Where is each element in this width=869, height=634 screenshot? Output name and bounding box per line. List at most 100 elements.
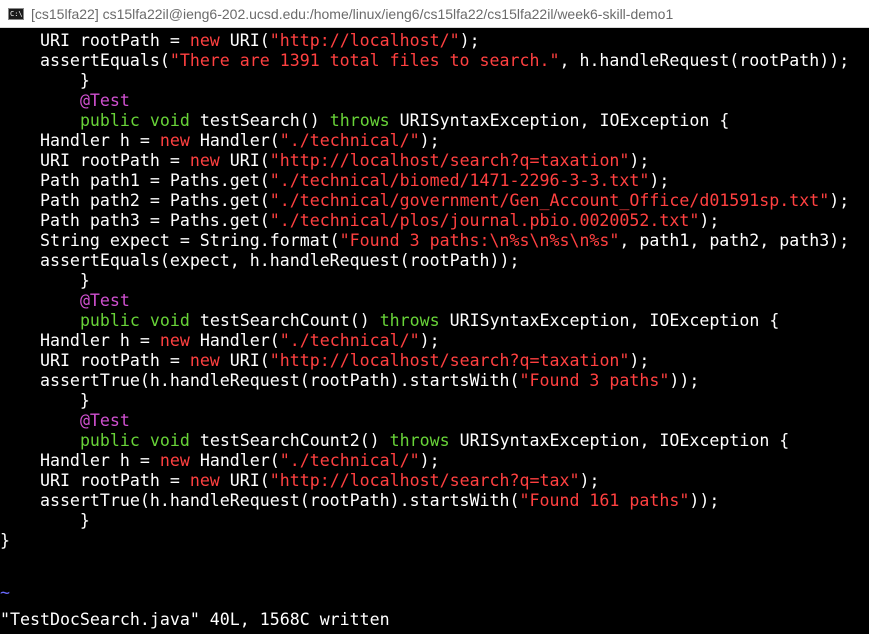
code-token: testSearch() (189, 111, 330, 130)
code-line: } (0, 511, 90, 531)
code-token-new: new (159, 131, 190, 150)
code-token-kw: void (149, 431, 190, 450)
terminal-editor[interactable]: URI rootPath = new URI("http://localhost… (0, 31, 869, 634)
code-line: Path path1 = Paths.get("./technical/biom… (0, 171, 669, 191)
code-token: URI rootPath = (0, 151, 190, 170)
code-token: assertTrue(h.handleRequest(rootPath).sta… (0, 491, 520, 510)
code-token-str: "./technical/plos/journal.pbio.0020052.t… (269, 211, 700, 230)
code-line: URI rootPath = new URI("http://localhost… (0, 151, 649, 171)
code-token: } (0, 271, 90, 290)
code-line: public void testSearchCount2() throws UR… (0, 431, 789, 451)
code-token-kw: throws (389, 431, 450, 450)
code-line: Handler h = new Handler("./technical/"); (0, 331, 440, 351)
code-line: URI rootPath = new URI("http://localhost… (0, 31, 480, 51)
code-token: Path path1 = Paths.get( (0, 171, 270, 190)
code-token: )); (689, 491, 720, 510)
code-line: Path path2 = Paths.get("./technical/gove… (0, 191, 849, 211)
code-line: URI rootPath = new URI("http://localhost… (0, 471, 600, 491)
code-token: } (0, 511, 90, 530)
code-token-new: new (159, 451, 190, 470)
code-token: } (0, 391, 90, 410)
code-token-kw: throws (379, 311, 440, 330)
code-token: Handler h = (0, 131, 160, 150)
code-token-str: "./technical/" (279, 131, 420, 150)
code-token: URI rootPath = (0, 351, 190, 370)
code-line: assertTrue(h.handleRequest(rootPath).sta… (0, 371, 699, 391)
code-token-new: new (189, 31, 220, 50)
code-token-str: "http://localhost/search?q=tax" (269, 471, 580, 490)
code-token: URI( (219, 471, 270, 490)
code-token: ); (629, 351, 650, 370)
code-token-str: "http://localhost/" (269, 31, 460, 50)
window-titlebar[interactable]: C:\ [cs15lfa22] cs15lfa22il@ieng6-202.uc… (0, 0, 869, 28)
code-token: String expect = String.format( (0, 231, 340, 250)
code-token-new: new (189, 471, 220, 490)
code-line: public void testSearchCount() throws URI… (0, 311, 779, 331)
code-token-str: "There are 1391 total files to search." (169, 51, 560, 70)
code-token: URISyntaxException, IOException { (449, 431, 790, 450)
code-line: URI rootPath = new URI("http://localhost… (0, 351, 649, 371)
code-token: URISyntaxException, IOException { (389, 111, 730, 130)
code-token: ); (419, 131, 440, 150)
code-token: , path1, path2, path3); (619, 231, 850, 250)
code-token-str: "Found 3 paths" (519, 371, 670, 390)
code-token: assertTrue(h.handleRequest(rootPath).sta… (0, 371, 520, 390)
code-token: ); (419, 451, 440, 470)
code-token: Handler h = (0, 331, 160, 350)
code-token: } (0, 531, 10, 550)
code-line: } (0, 271, 90, 291)
code-token: assertEquals(expect, h.handleRequest(roo… (0, 251, 520, 270)
code-token: URI rootPath = (0, 471, 190, 490)
code-token: URISyntaxException, IOException { (439, 311, 780, 330)
code-token: ); (829, 191, 850, 210)
code-line: } (0, 71, 90, 91)
code-token-ann: @Test (79, 411, 130, 430)
code-token-kw: void (149, 311, 190, 330)
code-token: URI rootPath = (0, 31, 190, 50)
code-token-str: "./technical/" (279, 451, 420, 470)
code-token-new: new (189, 351, 220, 370)
cmd-window-icon[interactable]: C:\ (8, 7, 24, 20)
code-token: ); (649, 171, 670, 190)
status-message: "TestDocSearch.java" 40L, 1568C written (0, 610, 390, 629)
code-token: } (0, 71, 90, 90)
code-token: testSearchCount2() (189, 431, 390, 450)
code-line: assertEquals("There are 1391 total files… (0, 51, 849, 71)
code-token-str: "Found 161 paths" (519, 491, 690, 510)
code-token: , h.handleRequest(rootPath)); (559, 51, 850, 70)
code-token: ); (699, 211, 720, 230)
code-line: String expect = String.format("Found 3 p… (0, 231, 849, 251)
code-line: Handler h = new Handler("./technical/"); (0, 131, 440, 151)
code-token: URI( (219, 31, 270, 50)
code-line: @Test (0, 91, 130, 111)
code-token: ); (419, 331, 440, 350)
code-line: @Test (0, 411, 130, 431)
code-token: Handler( (189, 331, 280, 350)
code-token: testSearchCount() (189, 311, 380, 330)
code-token-new: new (189, 151, 220, 170)
code-token-str: "./technical/government/Gen_Account_Offi… (269, 191, 830, 210)
code-token: Handler( (189, 451, 280, 470)
code-token: ); (629, 151, 650, 170)
code-token: Handler h = (0, 451, 160, 470)
code-token-str: "http://localhost/search?q=taxation" (269, 151, 630, 170)
code-line: Path path3 = Paths.get("./technical/plos… (0, 211, 719, 231)
code-token-str: "http://localhost/search?q=taxation" (269, 351, 630, 370)
code-token: ); (579, 471, 600, 490)
code-token: Handler( (189, 131, 280, 150)
code-line: } (0, 391, 90, 411)
code-line: public void testSearch() throws URISynta… (0, 111, 729, 131)
code-token-kw: void (149, 111, 190, 130)
code-token: )); (669, 371, 700, 390)
code-token: URI( (219, 351, 270, 370)
code-line: assertTrue(h.handleRequest(rootPath).sta… (0, 491, 719, 511)
